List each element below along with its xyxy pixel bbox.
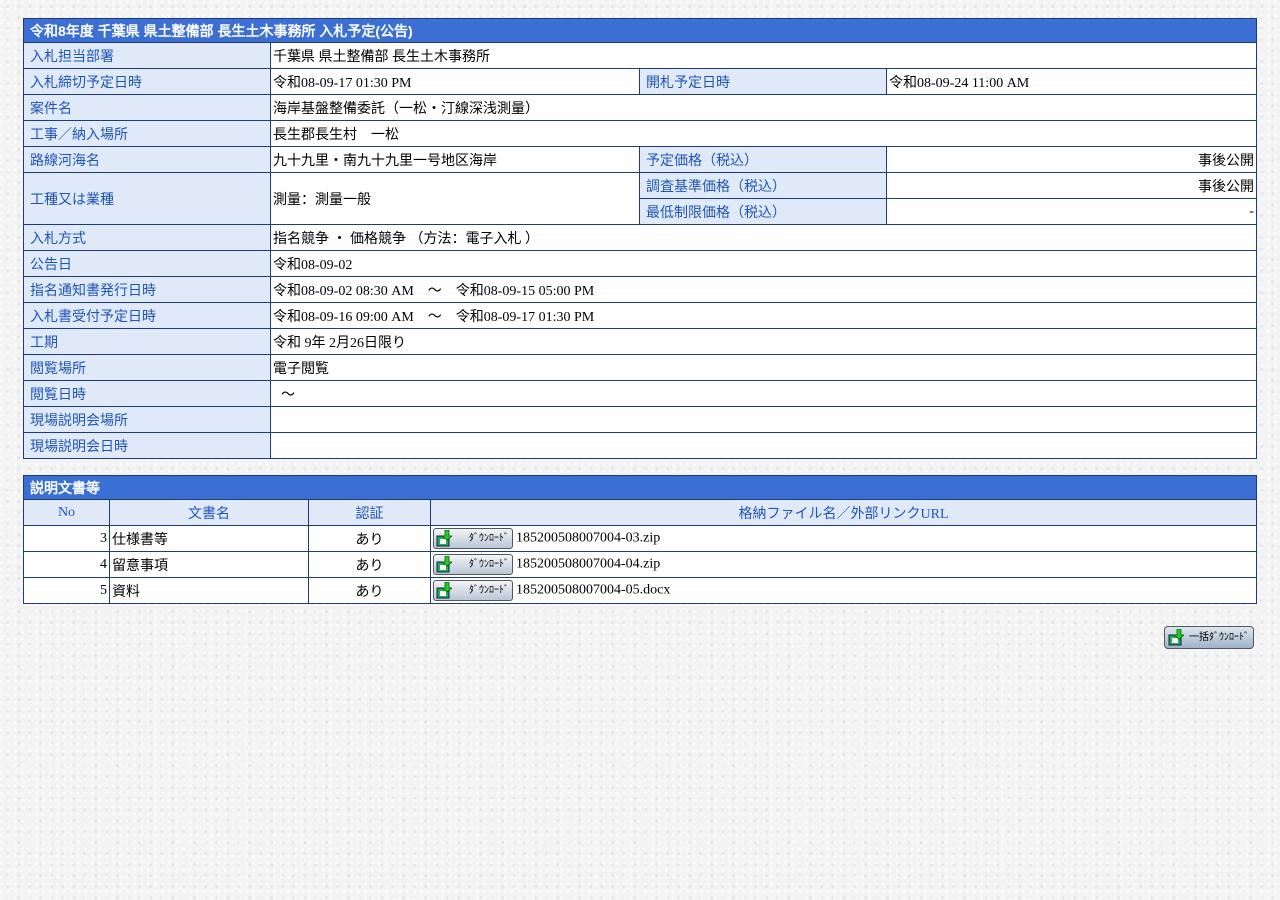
site-place-value — [270, 406, 1257, 433]
method-value: 指名競争 ・ 価格競争 （方法：電子入札 ） — [270, 224, 1257, 251]
doc-name: 仕様書等 — [109, 525, 309, 552]
doc-no: 3 — [23, 525, 110, 552]
period-label: 工期 — [23, 328, 271, 355]
download-label: ﾀﾞｳﾝﾛｰﾄﾞ — [469, 585, 509, 596]
survey-label: 調査基準価格（税込） — [639, 172, 887, 199]
doc-file-name: 185200508007004-05.docx — [516, 582, 671, 598]
doc-auth: あり — [308, 525, 431, 552]
download-label: ﾀﾞｳﾝﾛｰﾄﾞ — [469, 559, 509, 570]
site-place-label: 現場説明会場所 — [23, 406, 271, 433]
place-value: 長生郡長生村 一松 — [270, 120, 1257, 147]
min-price-label: 最低制限価格（税込） — [639, 198, 887, 225]
download-button[interactable]: ﾀﾞｳﾝﾛｰﾄﾞ — [433, 580, 513, 601]
receipt-label: 入札書受付予定日時 — [23, 302, 271, 329]
price-value: 事後公開 — [886, 146, 1257, 173]
doc-no: 5 — [23, 577, 110, 604]
table-row: 3 仕様書等 あり ﾀﾞｳﾝﾛｰﾄﾞ 185200508007004-03.zi… — [23, 525, 1257, 552]
doc-name: 資料 — [109, 577, 309, 604]
bulk-download-button[interactable]: 一括ﾀﾞｳﾝﾛｰﾄﾞ — [1164, 626, 1254, 649]
download-button[interactable]: ﾀﾞｳﾝﾛｰﾄﾞ — [433, 554, 513, 575]
period-value: 令和 9年 2月26日限り — [270, 328, 1257, 355]
route-value: 九十九里・南九十九里一号地区海岸 — [270, 146, 640, 173]
receipt-value: 令和08-09-16 09:00 AM ～ 令和08-09-17 01:30 P… — [270, 302, 1257, 329]
site-time-value — [270, 432, 1257, 459]
dept-label: 入札担当部署 — [23, 42, 271, 69]
doc-auth: あり — [308, 577, 431, 604]
col-name: 文書名 — [109, 499, 309, 526]
view-time-label: 閲覧日時 — [23, 380, 271, 407]
route-label: 路線河海名 — [23, 146, 271, 173]
notice-label: 公告日 — [23, 250, 271, 277]
col-no: No — [23, 499, 110, 526]
nominate-value: 令和08-09-02 08:30 AM ～ 令和08-09-15 05:00 P… — [270, 276, 1257, 303]
doc-file-name: 185200508007004-04.zip — [516, 556, 661, 572]
nominate-label: 指名通知書発行日時 — [23, 276, 271, 303]
bulk-download-label: 一括ﾀﾞｳﾝﾛｰﾄﾞ — [1189, 632, 1249, 643]
download-icon — [436, 556, 452, 573]
place-label: 工事／納入場所 — [23, 120, 271, 147]
docs-table: 説明文書等 No 文書名 認証 格納ファイル名／外部リンクURL 3 仕様書等 … — [23, 475, 1257, 604]
doc-name: 留意事項 — [109, 551, 309, 578]
table-row: 4 留意事項 あり ﾀﾞｳﾝﾛｰﾄﾞ 185200508007004-04.zi… — [23, 551, 1257, 578]
doc-file-name: 185200508007004-03.zip — [516, 530, 661, 546]
min-price-value: - — [886, 198, 1257, 225]
view-place-label: 閲覧場所 — [23, 354, 271, 381]
opening-label: 開札予定日時 — [639, 68, 887, 95]
doc-no: 4 — [23, 551, 110, 578]
download-label: ﾀﾞｳﾝﾛｰﾄﾞ — [469, 533, 509, 544]
view-place-value: 電子閲覧 — [270, 354, 1257, 381]
survey-value: 事後公開 — [886, 172, 1257, 199]
case-value: 海岸基盤整備委託（一松・汀線深浅測量） — [270, 94, 1257, 121]
doc-file-cell: ﾀﾞｳﾝﾛｰﾄﾞ 185200508007004-05.docx — [430, 577, 1257, 604]
dept-value: 千葉県 県土整備部 長生土木事務所 — [270, 42, 1257, 69]
download-button[interactable]: ﾀﾞｳﾝﾛｰﾄﾞ — [433, 528, 513, 549]
view-time-value: ～ — [270, 380, 1257, 407]
col-auth: 認証 — [308, 499, 431, 526]
site-time-label: 現場説明会日時 — [23, 432, 271, 459]
deadline-label: 入札締切予定日時 — [23, 68, 271, 95]
download-icon — [436, 582, 452, 599]
col-file: 格納ファイル名／外部リンクURL — [430, 499, 1257, 526]
download-icon — [436, 530, 452, 547]
method-label: 入札方式 — [23, 224, 271, 251]
price-label: 予定価格（税込） — [639, 146, 887, 173]
download-icon — [1168, 629, 1184, 646]
doc-file-cell: ﾀﾞｳﾝﾛｰﾄﾞ 185200508007004-04.zip — [430, 551, 1257, 578]
deadline-value: 令和08-09-17 01:30 PM — [270, 68, 640, 95]
doc-auth: あり — [308, 551, 431, 578]
docs-title: 説明文書等 — [23, 475, 1257, 500]
kind-label: 工種又は業種 — [23, 172, 271, 225]
notice-value: 令和08-09-02 — [270, 250, 1257, 277]
kind-value: 測量：測量一般 — [270, 172, 640, 225]
opening-value: 令和08-09-24 11:00 AM — [886, 68, 1257, 95]
doc-file-cell: ﾀﾞｳﾝﾛｰﾄﾞ 185200508007004-03.zip — [430, 525, 1257, 552]
case-label: 案件名 — [23, 94, 271, 121]
page-title: 令和8年度 千葉県 県土整備部 長生土木事務所 入札予定(公告) — [23, 18, 1257, 43]
bid-info-table: 令和8年度 千葉県 県土整備部 長生土木事務所 入札予定(公告) 入札担当部署 … — [23, 18, 1257, 459]
table-row: 5 資料 あり ﾀﾞｳﾝﾛｰﾄﾞ 185200508007004-05.docx — [23, 577, 1257, 604]
